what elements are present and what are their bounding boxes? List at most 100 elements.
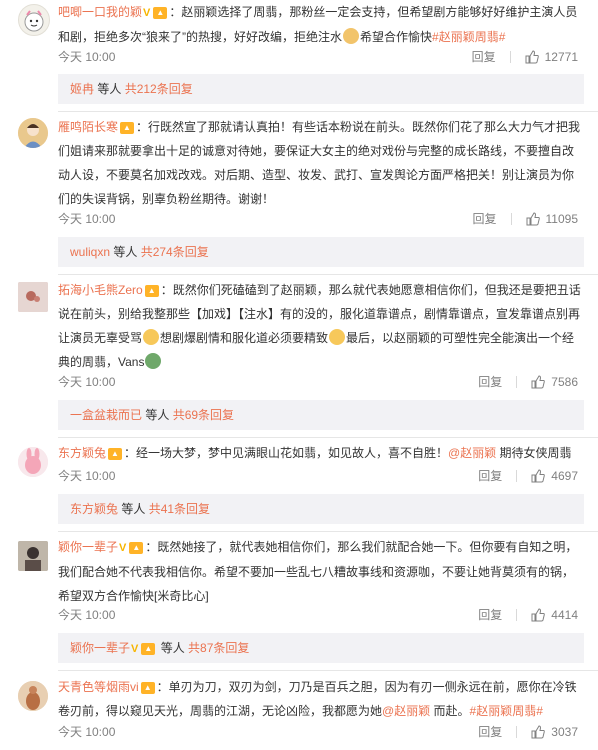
comment-time: 今天 10:00 <box>58 375 116 389</box>
reply-username[interactable]: wuliqxn <box>70 245 110 259</box>
comment-time: 今天 10:00 <box>58 608 116 622</box>
reply-username[interactable]: 颖你一辈子 <box>70 641 130 655</box>
comment-text-2: 而赴。 <box>430 704 470 718</box>
comment-body: 东方颖兔 ▲ ：经一场大梦，梦中见满眼山花如翡，如见故人，喜不自胜！@赵丽颖 期待女… <box>58 441 584 465</box>
like-thumb-icon[interactable] <box>525 49 539 64</box>
comment-username[interactable]: 颖你一辈子 <box>58 540 118 554</box>
level-badge-icon: ▲ <box>108 447 123 460</box>
level-badge-icon: ▲ <box>141 642 156 655</box>
reply-username[interactable]: 一盒盆栽而已 <box>70 408 142 422</box>
like-thumb-icon[interactable] <box>531 607 546 622</box>
level-badge-icon: ▲ <box>153 6 168 19</box>
divider <box>58 531 598 532</box>
avatar[interactable] <box>18 541 48 571</box>
reply-button[interactable]: 回复 <box>478 467 502 484</box>
comment-actions: 回复 4414 <box>478 606 578 623</box>
comment-username[interactable]: 雁鸣陌长寒 <box>58 120 118 134</box>
reply-button[interactable]: 回复 <box>478 723 502 740</box>
comment-username[interactable]: 拓海小毛熊Zero <box>58 283 143 297</box>
like-count: 12771 <box>544 49 578 64</box>
action-divider <box>516 608 518 621</box>
reply-count-link[interactable]: 共69条回复 <box>173 408 234 422</box>
v-badge-icon: V <box>119 542 127 554</box>
divider <box>58 437 598 438</box>
like-count: 4414 <box>551 607 578 622</box>
like-thumb-icon[interactable] <box>531 374 546 389</box>
reply-summary-row[interactable]: 姬冉 等人 共212条回复 <box>58 74 584 104</box>
reply-button[interactable]: 回复 <box>473 210 497 227</box>
comment-actions: 回复 4697 <box>478 467 578 484</box>
comment-body: 雁鸣陌长寒 ▲ ：行既然宣了那就请认真拍！有些话本粉说在前头。既然你们花了那么大力气… <box>58 115 584 211</box>
divider <box>58 274 598 275</box>
v-badge-icon: V <box>143 7 151 19</box>
comment-actions: 回复 7586 <box>478 373 578 390</box>
avatar[interactable] <box>18 447 48 477</box>
reply-count-link[interactable]: 共87条回复 <box>188 641 249 655</box>
action-divider <box>516 375 518 388</box>
comment-username[interactable]: 东方颖兔 <box>58 446 106 460</box>
comment-username[interactable]: 吧唧一口我的颖 <box>58 5 142 19</box>
comment-body: 拓海小毛熊Zero ▲ ：既然你们死磕磕到了赵丽颖，那么就代表她愿意相信你们，但我还… <box>58 278 584 374</box>
grimace-emoji-icon <box>329 329 346 345</box>
comment-actions: 回复 12771 <box>472 48 578 65</box>
reply-button[interactable]: 回复 <box>472 48 496 65</box>
comment-body: 颖你一辈子V ▲ ：既然她接了，就代表她相信你们，那么我们就配合她一下。但你要有自知… <box>58 535 584 608</box>
v-badge-icon: V <box>131 643 139 655</box>
comment-text-2: 希望合作愉快 <box>360 30 433 44</box>
like-thumb-icon[interactable] <box>531 724 546 739</box>
divider <box>58 670 598 671</box>
reply-button[interactable]: 回复 <box>478 606 502 623</box>
like-thumb-icon[interactable] <box>531 468 546 483</box>
level-badge-icon: ▲ <box>129 541 144 554</box>
avatar[interactable] <box>18 681 48 711</box>
like-count: 4697 <box>551 468 578 483</box>
comment-time: 今天 10:00 <box>58 469 116 483</box>
like-count: 11095 <box>545 211 578 226</box>
topic-link[interactable]: #赵丽颖周翡# <box>470 704 543 718</box>
comment-text: ：经一场大梦，梦中见满眼山花如翡，如见故人，喜不自胜！ <box>124 446 449 460</box>
frog-emoji-icon <box>145 353 162 369</box>
like-count: 7586 <box>551 374 578 389</box>
like-thumb-icon[interactable] <box>526 211 540 226</box>
comment-body: 天青色等烟雨vi ▲ ：单刃为刀，双刃为剑，刀乃是百兵之胆，因为有刃一侧永远在前，愿… <box>58 675 584 723</box>
reply-summary-row[interactable]: 颖你一辈子V ▲ 等人 共87条回复 <box>58 633 584 663</box>
action-divider <box>516 725 518 738</box>
avatar[interactable] <box>18 282 48 312</box>
comment-time: 今天 10:00 <box>58 50 116 64</box>
level-badge-icon: ▲ <box>144 284 159 297</box>
comment-actions: 回复 3037 <box>478 723 578 740</box>
mention-link[interactable]: @赵丽颖 <box>448 446 496 460</box>
reply-summary-row[interactable]: wuliqxn 等人 共274条回复 <box>58 237 584 267</box>
topic-link[interactable]: #赵丽颖周翡# <box>432 30 505 44</box>
mention-link[interactable]: @赵丽颖 <box>382 704 430 718</box>
reply-username[interactable]: 姬冉 <box>70 82 94 96</box>
comment-text: ：行既然宣了那就请认真拍！有些话本粉说在前头。既然你们花了那么大力气才把我们姐请… <box>58 120 581 206</box>
avatar[interactable] <box>18 118 48 148</box>
action-divider <box>510 212 512 225</box>
action-divider <box>516 469 518 482</box>
reply-button[interactable]: 回复 <box>478 373 502 390</box>
level-badge-icon: ▲ <box>120 121 135 134</box>
reply-summary-row[interactable]: 一盒盆栽而已 等人 共69条回复 <box>58 400 584 430</box>
reply-summary-text: 等人 <box>142 408 173 422</box>
action-divider <box>509 50 511 63</box>
reply-count-link[interactable]: 共274条回复 <box>141 245 209 259</box>
reply-count-link[interactable]: 共41条回复 <box>149 502 210 516</box>
reply-username[interactable]: 东方颖兔 <box>70 502 118 516</box>
reply-summary-row[interactable]: 东方颖兔 等人 共41条回复 <box>58 494 584 524</box>
reply-summary-text: 等人 <box>118 502 149 516</box>
reply-summary-text: 等人 <box>94 82 125 96</box>
reply-summary-text: 等人 <box>157 641 189 655</box>
comment-text-2: 期待女侠周翡 <box>496 446 572 460</box>
comment-feed: 吧唧一口我的颖V ▲ ：赵丽颖选择了周翡，那粉丝一定会支持，但希望剧方能够好好维护主… <box>0 0 598 750</box>
like-count: 3037 <box>551 724 578 739</box>
comment-text-2: 想剧爆剧情和服化道必须要精致 <box>160 331 329 345</box>
avatar[interactable] <box>18 4 50 36</box>
comment-time: 今天 10:00 <box>58 212 116 226</box>
comment-actions: 回复 11095 <box>473 210 579 227</box>
comment-body: 吧唧一口我的颖V ▲ ：赵丽颖选择了周翡，那粉丝一定会支持，但希望剧方能够好好维护主… <box>58 0 584 49</box>
comment-username[interactable]: 天青色等烟雨vi <box>58 680 139 694</box>
reply-count-link[interactable]: 共212条回复 <box>125 82 193 96</box>
reply-summary-text: 等人 <box>110 245 141 259</box>
level-badge-icon: ▲ <box>140 681 155 694</box>
